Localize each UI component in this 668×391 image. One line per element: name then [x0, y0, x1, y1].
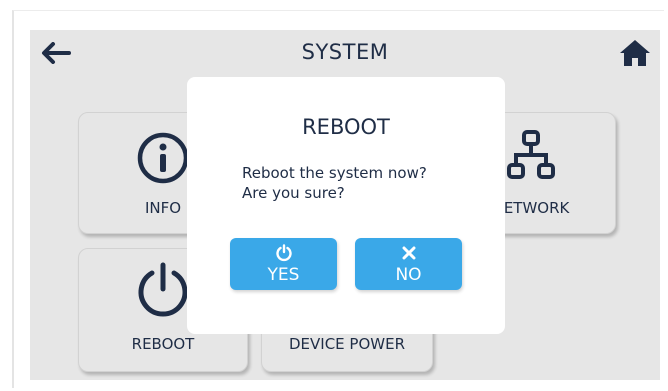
dialog-title: REBOOT	[302, 115, 390, 139]
info-icon	[137, 132, 189, 184]
network-icon	[507, 130, 555, 179]
yes-button-label: YES	[267, 265, 300, 285]
dialog-message: Reboot the system now? Are you sure?	[242, 163, 427, 203]
home-button[interactable]	[616, 36, 654, 70]
dialog-message-line1: Reboot the system now?	[242, 164, 427, 182]
no-button[interactable]: NO	[355, 238, 462, 290]
tile-reboot-label: REBOOT	[131, 335, 195, 353]
home-icon	[620, 40, 650, 66]
reboot-dialog: REBOOT Reboot the system now? Are you su…	[187, 77, 505, 334]
no-button-label: NO	[395, 265, 422, 285]
yes-button[interactable]: YES	[230, 238, 337, 290]
top-bar: SYSTEM	[30, 30, 660, 78]
power-icon	[275, 244, 292, 262]
page-title: SYSTEM	[301, 40, 389, 64]
power-icon	[138, 262, 188, 317]
dialog-message-line2: Are you sure?	[242, 184, 345, 202]
tile-device-power-label: DEVICE POWER	[288, 335, 405, 353]
system-screen: SYSTEM INFO NETWORK REBOOT DEVICE POWER …	[30, 30, 660, 380]
close-icon	[402, 246, 415, 260]
